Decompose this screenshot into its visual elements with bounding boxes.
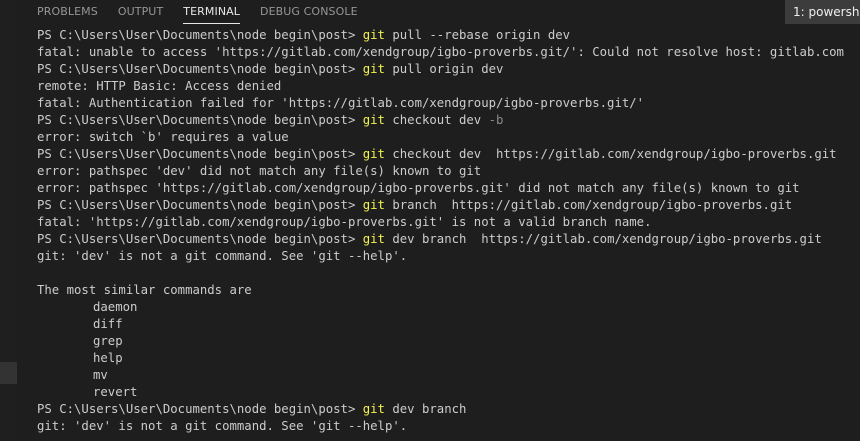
terminal-command-line: PS C:\Users\User\Documents\node begin\po… [37,61,860,78]
tab-debug-console[interactable]: DEBUG CONSOLE [260,0,358,23]
panel-header: PROBLEMS OUTPUT TERMINAL DEBUG CONSOLE [17,0,860,24]
terminal-command-args: dev branch [384,402,467,416]
terminal-suggestion-line: mv [93,368,108,382]
tab-problems[interactable]: PROBLEMS [37,0,98,23]
terminal-output[interactable]: PS C:\Users\User\Documents\node begin\po… [37,27,860,435]
terminal-command: git [362,402,385,416]
tab-output[interactable]: OUTPUT [118,0,163,23]
terminal-prompt: PS C:\Users\User\Documents\node begin\po… [37,198,363,212]
terminal-output-line: fatal: 'https://gitlab.com/xendgroup/igb… [37,215,652,229]
terminal-command: git [362,198,385,212]
terminal-suggestion-line: grep [93,334,123,348]
left-gutter [0,0,17,441]
terminal-suggestion-line: daemon [93,300,138,314]
terminal-command-args: dev branch https://gitlab.com/xendgroup/… [384,232,822,246]
terminal-output-line: The most similar commands are [37,283,252,297]
terminal-prompt: PS C:\Users\User\Documents\node begin\po… [37,28,363,42]
terminal-command-args: pull origin dev [384,62,504,76]
terminal-command-flag: -b [488,113,504,127]
terminal-command: git [362,62,385,76]
terminal-command-line: PS C:\Users\User\Documents\node begin\po… [37,146,860,163]
terminal-suggestion-line: help [93,351,123,365]
terminal-output-line: error: pathspec 'https://gitlab.com/xend… [37,181,800,195]
terminal-prompt: PS C:\Users\User\Documents\node begin\po… [37,232,363,246]
terminal-suggestion-line: revert [93,385,138,399]
terminal-output-line: fatal: unable to access 'https://gitlab.… [37,45,844,59]
terminal-prompt: PS C:\Users\User\Documents\node begin\po… [37,147,363,161]
terminal-output-line: fatal: Authentication failed for 'https:… [37,96,645,110]
tab-terminal[interactable]: TERMINAL [183,0,241,24]
terminal-command-line: PS C:\Users\User\Documents\node begin\po… [37,112,860,129]
terminal-command: git [362,113,385,127]
terminal-output-line: remote: HTTP Basic: Access denied [37,79,282,93]
terminal-command: git [362,147,385,161]
terminal-command-args: checkout dev [384,113,489,127]
terminal-command-line: PS C:\Users\User\Documents\node begin\po… [37,401,860,418]
terminal-output-line: git: 'dev' is not a git command. See 'gi… [37,419,408,433]
terminal-output-line: git: 'dev' is not a git command. See 'gi… [37,249,408,263]
terminal-output-line: error: switch `b' requires a value [37,130,289,144]
terminal-command-line: PS C:\Users\User\Documents\node begin\po… [37,231,860,248]
terminal-select-dropdown[interactable]: 1: powershell [785,0,860,24]
terminal-suggestion-line: diff [93,317,123,331]
panel-tabs: PROBLEMS OUTPUT TERMINAL DEBUG CONSOLE [37,0,378,24]
terminal-prompt: PS C:\Users\User\Documents\node begin\po… [37,402,363,416]
terminal-command-line: PS C:\Users\User\Documents\node begin\po… [37,197,860,214]
vscode-panel: PROBLEMS OUTPUT TERMINAL DEBUG CONSOLE 1… [0,0,860,441]
terminal-command: git [362,28,385,42]
terminal-command-args: branch https://gitlab.com/xendgroup/igbo… [384,198,793,212]
terminal-command: git [362,232,385,246]
terminal-command-line: PS C:\Users\User\Documents\node begin\po… [37,27,860,44]
terminal-output-line: error: pathspec 'dev' did not match any … [37,164,482,178]
terminal-prompt: PS C:\Users\User\Documents\node begin\po… [37,113,363,127]
terminal-command-args: pull --rebase origin dev [384,28,571,42]
terminal-prompt: PS C:\Users\User\Documents\node begin\po… [37,62,363,76]
gutter-marker [0,362,17,384]
terminal-command-args: checkout dev https://gitlab.com/xendgrou… [384,147,837,161]
